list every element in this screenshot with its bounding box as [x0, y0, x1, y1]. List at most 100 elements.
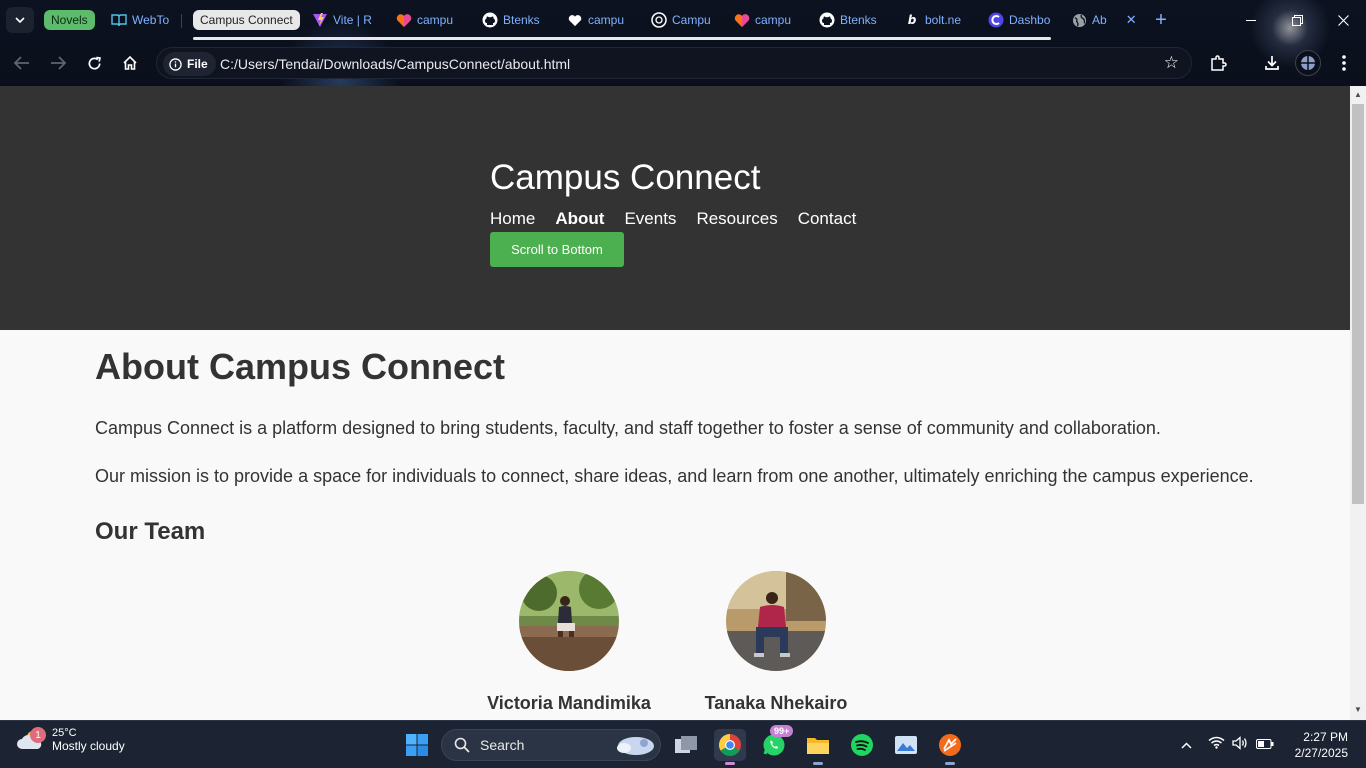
weather-condition: Mostly cloudy — [52, 739, 125, 753]
team-member-name: Tanaka Nhekairo — [704, 693, 848, 713]
search-highlight-icon — [617, 737, 654, 755]
tab-title: WebTo — [132, 13, 170, 27]
team-member-photo — [726, 571, 826, 671]
minimize-button[interactable] — [1229, 6, 1273, 34]
taskbar-spotify[interactable] — [846, 729, 878, 761]
forward-button[interactable] — [44, 49, 72, 77]
scrollbar-thumb[interactable] — [1352, 104, 1364, 504]
team-member: Tanaka Nhekairo — [676, 571, 876, 714]
tab-campus-lovable-3[interactable]: campu — [734, 8, 796, 32]
github-icon — [482, 12, 498, 28]
tab-title: campu — [755, 13, 792, 27]
scroll-down-arrow[interactable]: ▼ — [1353, 705, 1363, 714]
home-icon — [123, 55, 137, 70]
taskbar-chrome[interactable] — [714, 729, 746, 765]
extensions-button[interactable] — [1204, 49, 1232, 77]
tab-title: campu — [588, 13, 625, 27]
restore-button[interactable] — [1275, 6, 1319, 34]
book-icon — [111, 12, 127, 28]
site-title: Campus Connect — [490, 158, 761, 197]
tab-vite[interactable]: Vite | R — [312, 8, 380, 32]
url-text[interactable]: C:/Users/Tendai/Downloads/CampusConnect/… — [220, 56, 570, 72]
new-tab-button[interactable]: + — [1150, 8, 1172, 32]
browser-menu-button[interactable] — [1330, 49, 1358, 77]
wifi-icon[interactable] — [1208, 736, 1225, 754]
taskbar-clock[interactable]: 2:27 PM 2/27/2025 — [1295, 729, 1348, 761]
download-icon — [1265, 56, 1279, 70]
tab-title: Vite | R — [333, 13, 372, 27]
tab-strip: Novels WebTo Campus Connect Vite | R cam… — [0, 0, 1366, 40]
scroll-to-bottom-button[interactable]: Scroll to Bottom — [490, 232, 624, 267]
taskbar-search[interactable]: Search — [441, 729, 661, 761]
tab-search-button[interactable] — [6, 7, 34, 33]
arrow-left-icon — [14, 56, 29, 70]
globe-icon — [1071, 12, 1087, 28]
team-member: Victoria Mandimika — [469, 571, 669, 714]
browser-toolbar: File C:/Users/Tendai/Downloads/CampusCon… — [0, 40, 1366, 86]
weather-widget[interactable]: 1 25°C Mostly cloudy — [16, 727, 125, 753]
tab-chatgpt[interactable]: Campu — [651, 8, 715, 32]
tab-title: campu — [417, 13, 454, 27]
tab-github-2[interactable]: Btenks — [819, 8, 881, 32]
tab-group-campus-connect[interactable]: Campus Connect — [193, 10, 300, 30]
tab-title: Campu — [672, 13, 711, 27]
app-icon — [939, 734, 961, 756]
tab-campus-lovable-1[interactable]: campu — [396, 8, 458, 32]
page-scrollbar[interactable]: ▲ ▼ — [1350, 86, 1366, 720]
taskbar-photos[interactable] — [890, 729, 922, 761]
scroll-up-arrow[interactable]: ▲ — [1353, 90, 1363, 99]
nav-events[interactable]: Events — [624, 209, 676, 229]
vite-icon — [312, 12, 328, 28]
tab-bolt[interactable]: b bolt.ne — [904, 8, 966, 32]
task-view-button[interactable] — [670, 729, 702, 761]
nav-contact[interactable]: Contact — [798, 209, 857, 229]
taskbar: 1 25°C Mostly cloudy Search 99+ 2:27 PM … — [0, 720, 1366, 768]
downloads-button[interactable] — [1258, 49, 1286, 77]
tab-github-1[interactable]: Btenks — [482, 8, 544, 32]
open-indicator — [945, 762, 955, 765]
taskbar-file-explorer[interactable] — [802, 729, 834, 765]
close-window-button[interactable] — [1321, 6, 1365, 34]
chevron-up-icon[interactable] — [1176, 741, 1196, 749]
bookmark-star-icon[interactable]: ☆ — [1164, 53, 1179, 73]
about-paragraph: Campus Connect is a platform designed to… — [95, 418, 1161, 438]
tab-title: Btenks — [840, 13, 877, 27]
windows-icon — [406, 734, 428, 756]
folder-icon — [807, 738, 829, 754]
site-info-chip[interactable]: File — [163, 52, 216, 76]
open-indicator — [813, 762, 823, 765]
tab-group-novels[interactable]: Novels — [44, 10, 95, 30]
taskbar-whatsapp[interactable]: 99+ — [758, 725, 794, 761]
info-icon — [169, 57, 182, 71]
chevron-down-icon — [15, 17, 25, 23]
address-bar[interactable]: File C:/Users/Tendai/Downloads/CampusCon… — [156, 47, 1192, 79]
site-chip-label: File — [187, 57, 208, 71]
tab-dashboard[interactable]: Dashbo — [988, 8, 1050, 32]
close-icon[interactable]: ✕ — [1126, 12, 1137, 28]
taskbar-app-orange[interactable] — [934, 729, 966, 765]
close-icon — [1337, 14, 1349, 26]
profile-avatar[interactable] — [1294, 49, 1322, 77]
home-button[interactable] — [116, 49, 144, 77]
tab-group-label: Campus Connect — [200, 13, 293, 27]
battery-icon[interactable] — [1256, 736, 1274, 754]
tab-group-label: Novels — [51, 13, 88, 27]
volume-icon[interactable] — [1232, 735, 1249, 755]
chatgpt-icon — [651, 12, 667, 28]
nav-home[interactable]: Home — [490, 209, 535, 229]
avatar-icon — [1295, 50, 1321, 76]
page-viewport: Campus Connect Home About Events Resourc… — [0, 86, 1350, 720]
github-icon — [819, 12, 835, 28]
back-button[interactable] — [8, 49, 36, 77]
tab-webtoon[interactable]: WebTo — [111, 8, 175, 32]
reload-button[interactable] — [80, 49, 108, 77]
temperature: 25°C — [52, 727, 77, 739]
dashboard-icon — [988, 12, 1004, 28]
start-button[interactable] — [401, 729, 433, 761]
tab-title: Btenks — [503, 13, 540, 27]
nav-resources[interactable]: Resources — [696, 209, 777, 229]
tab-about-active[interactable]: Ab ✕ — [1071, 8, 1141, 32]
tab-campus-2[interactable]: campu — [567, 8, 629, 32]
nav-about[interactable]: About — [555, 209, 604, 229]
restore-icon — [1291, 14, 1303, 26]
